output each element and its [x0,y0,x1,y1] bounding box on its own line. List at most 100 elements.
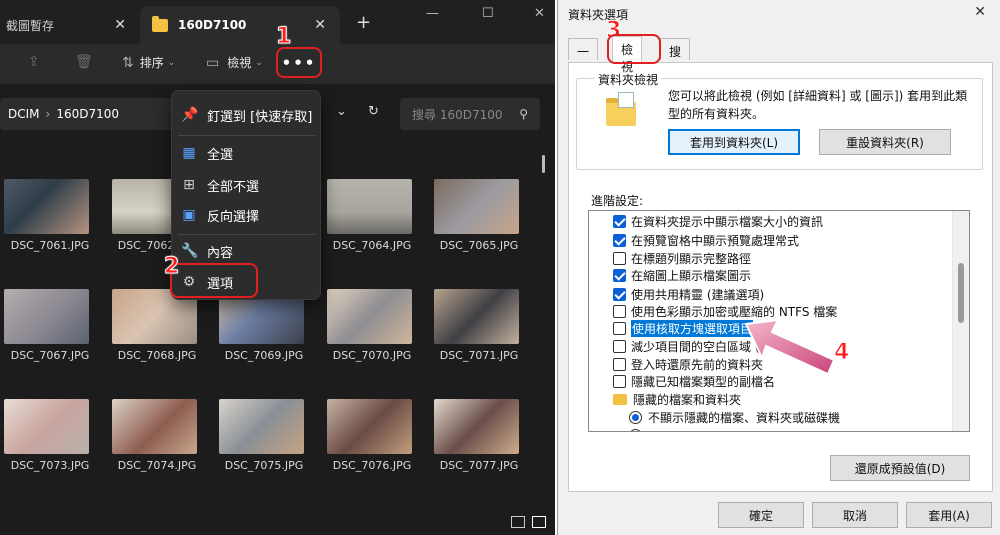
photo-thumbnail[interactable] [434,179,519,234]
pin-icon: 📌 [181,107,199,123]
file-name[interactable]: DSC_7073.JPG [0,459,105,472]
checkbox[interactable] [613,305,626,318]
photo-thumbnail[interactable] [434,289,519,344]
checkbox[interactable] [613,340,626,353]
menu-item-pin[interactable]: 📌 釘選到 [快速存取] [172,99,322,131]
maximize-icon[interactable]: ☐ [482,6,494,21]
file-name[interactable]: DSC_7061.JPG [0,239,105,252]
view-label: 檢視 [227,56,252,70]
delete-icon[interactable]: 🗑 [75,54,93,70]
list-scrollbar[interactable] [952,211,969,431]
setting-item-checkbox-select[interactable]: 使用核取方塊選取項目 [613,320,754,337]
scrollbar-thumb[interactable] [958,263,964,323]
radio-button[interactable] [629,411,642,424]
advanced-settings-label: 進階設定: [591,194,644,208]
search-input[interactable]: 搜尋 160D7100 ⚲ [400,98,540,130]
chevron-down-icon: ⌄ [167,57,176,68]
cancel-button[interactable]: 取消 [812,502,898,528]
close-icon[interactable]: ✕ [114,17,126,33]
close-icon[interactable]: ✕ [314,17,326,33]
setting-radio[interactable]: 不顯示隱藏的檔案、資料夾或磁碟機 [629,409,840,426]
photo-thumbnail[interactable] [4,399,89,454]
close-window-icon[interactable]: ✕ [534,6,545,21]
details-view-icon[interactable] [511,516,525,528]
setting-item[interactable]: 在資料夾提示中顯示檔案大小的資訊 [613,213,823,230]
annotation-step-2: 2 [163,254,180,280]
ok-button[interactable]: 確定 [718,502,804,528]
setting-item[interactable]: 在縮圖上顯示檔案圖示 [613,267,751,284]
checkbox[interactable] [613,234,626,247]
checkbox[interactable] [613,288,626,301]
scrollbar-thumb[interactable] [542,155,545,173]
apply-to-folders-button[interactable]: 套用到資料夾(L) [668,129,800,155]
annotation-circle-options [170,263,258,298]
thumbnail-view-icon[interactable] [532,516,546,528]
checkbox[interactable] [613,252,626,265]
close-icon[interactable]: ✕ [974,4,986,20]
file-name[interactable]: DSC_7068.JPG [102,349,212,362]
tab-label: 截圖暫存 [6,18,55,33]
setting-label: 不顯示隱藏的檔案、資料夾或磁碟機 [648,411,841,425]
setting-label: 減少項目間的空白區域 ( [631,340,760,354]
checkbox[interactable] [613,215,626,228]
breadcrumb-folder[interactable]: 160D7100 [56,107,119,121]
folder-icon [606,92,636,126]
more-options-button[interactable]: ••• [276,47,322,78]
new-tab-icon[interactable]: + [356,12,371,33]
file-name[interactable]: DSC_7069.JPG [209,349,319,362]
apply-button[interactable]: 套用(A) [906,502,992,528]
select-all-icon: ▦ [182,145,196,161]
setting-radio[interactable] [629,427,648,431]
setting-item[interactable]: 使用共用精靈 (建議選項) [613,286,764,303]
sort-button[interactable]: ⇅ 排序 ⌄ [122,54,175,71]
setting-label: 在縮圖上顯示檔案圖示 [631,269,752,283]
photo-thumbnail[interactable] [327,399,412,454]
photo-thumbnail[interactable] [327,289,412,344]
setting-label: 在標題列顯示完整路徑 [631,252,752,266]
file-name[interactable]: DSC_7076.JPG [317,459,427,472]
photo-thumbnail[interactable] [434,399,519,454]
file-name[interactable]: DSC_7075.JPG [209,459,319,472]
restore-defaults-button[interactable]: 還原成預設值(D) [830,455,970,481]
menu-divider [178,135,316,136]
radio-button[interactable] [629,429,642,431]
file-name[interactable]: DSC_7074.JPG [102,459,212,472]
file-name[interactable]: DSC_7070.JPG [317,349,427,362]
tab-general[interactable]: 一般 [568,38,599,76]
file-name[interactable]: DSC_7065.JPG [424,239,534,252]
file-name[interactable]: DSC_7064.JPG [317,239,427,252]
photo-thumbnail[interactable] [4,289,89,344]
file-name[interactable]: DSC_7071.JPG [424,349,534,362]
arrow-shape [744,318,836,376]
file-name[interactable]: DSC_7067.JPG [0,349,105,362]
checkbox[interactable] [613,269,626,282]
menu-item-select-all[interactable]: ▦ 全選 [172,137,322,169]
reset-folders-button[interactable]: 重設資料夾(R) [819,129,951,155]
photo-thumbnail[interactable] [112,399,197,454]
checkbox[interactable] [613,322,626,335]
photo-thumbnail[interactable] [327,179,412,234]
photo-thumbnail[interactable] [4,179,89,234]
chevron-down-icon[interactable]: ⌄ [336,104,347,119]
tab-screenshots[interactable]: 截圖暫存 ✕ [0,6,140,44]
setting-label: 使用共用精靈 (建議選項) [631,288,765,302]
share-icon[interactable]: ⇪ [28,54,40,70]
refresh-icon[interactable]: ↻ [368,104,379,119]
menu-item-select-none[interactable]: ⊞ 全部不選 [172,169,322,201]
setting-item[interactable]: 減少項目間的空白區域 ( [613,338,760,355]
view-button[interactable]: ▭ 檢視 ⌄ [206,54,263,71]
tab-search[interactable]: 搜尋 [660,38,691,76]
checkbox[interactable] [613,375,626,388]
file-name[interactable]: DSC_7077.JPG [424,459,534,472]
setting-label: 隱藏的檔案和資料夾 [633,393,742,407]
invert-selection-icon: ▣ [182,207,196,223]
tab-160d7100[interactable]: 160D7100 ✕ [140,6,340,44]
minimize-icon[interactable]: — [426,6,439,21]
menu-item-invert[interactable]: ▣ 反向選擇 [172,199,322,231]
photo-thumbnail[interactable] [219,399,304,454]
breadcrumb-dcim[interactable]: DCIM [8,107,40,121]
setting-item[interactable]: 在標題列顯示完整路徑 [613,250,751,267]
setting-item[interactable]: 在預覽窗格中顯示預覽處理常式 [613,232,799,249]
setting-item[interactable]: 登入時還原先前的資料夾 [613,356,763,373]
checkbox[interactable] [613,358,626,371]
